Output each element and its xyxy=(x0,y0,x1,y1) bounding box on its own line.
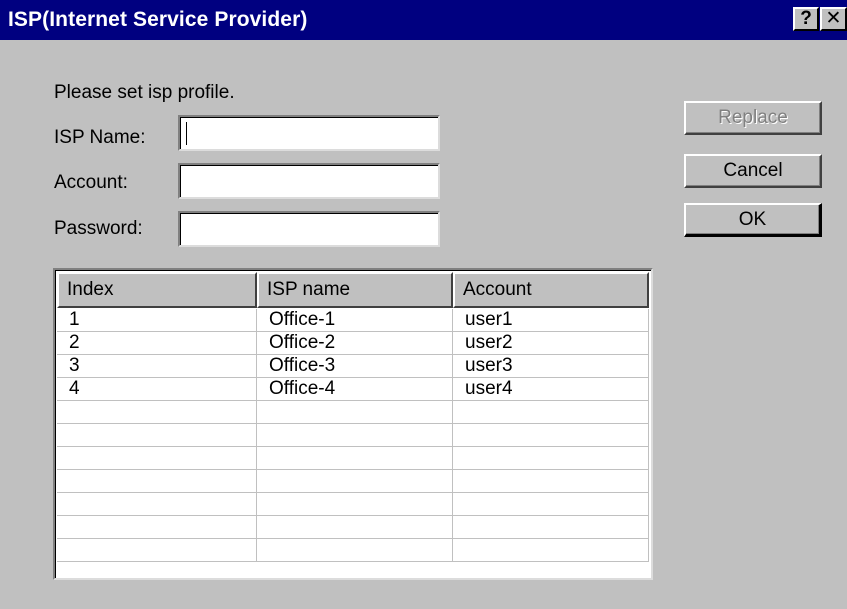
column-header-account[interactable]: Account xyxy=(453,272,649,308)
table-row[interactable]: 2 Office-2 user2 xyxy=(57,332,649,355)
table-row[interactable] xyxy=(57,447,649,470)
isp-dialog: ISP(Internet Service Provider) ? ✕ Pleas… xyxy=(0,0,847,609)
cell-index xyxy=(57,516,257,539)
table-row[interactable] xyxy=(57,424,649,447)
cell-isp-name xyxy=(257,516,453,539)
cell-account xyxy=(453,447,649,470)
replace-button-label: Replace xyxy=(718,107,788,128)
table-row[interactable]: 4 Office-4 user4 xyxy=(57,378,649,401)
list-header: Index ISP name Account xyxy=(57,272,649,308)
ok-button-label: OK xyxy=(738,209,767,230)
help-icon: ? xyxy=(800,8,812,29)
cell-index: 1 xyxy=(57,309,257,332)
title-bar[interactable]: ISP(Internet Service Provider) ? ✕ xyxy=(0,0,847,40)
cell-index xyxy=(57,401,257,424)
cell-account xyxy=(453,470,649,493)
help-button[interactable]: ? xyxy=(793,7,819,31)
table-row[interactable] xyxy=(57,516,649,539)
cell-account xyxy=(453,401,649,424)
cell-index xyxy=(57,424,257,447)
password-label: Password: xyxy=(54,218,143,239)
cell-account: user1 xyxy=(453,309,649,332)
cell-index: 3 xyxy=(57,355,257,378)
cell-index xyxy=(57,493,257,516)
cell-account xyxy=(453,424,649,447)
isp-name-label: ISP Name: xyxy=(54,127,146,148)
password-input[interactable] xyxy=(178,211,440,247)
table-row[interactable] xyxy=(57,539,649,562)
cell-index: 4 xyxy=(57,378,257,401)
text-caret xyxy=(186,122,187,145)
cell-account xyxy=(453,539,649,562)
column-header-index[interactable]: Index xyxy=(57,272,257,308)
cell-isp-name xyxy=(257,539,453,562)
table-row[interactable] xyxy=(57,493,649,516)
replace-button[interactable]: Replace xyxy=(684,101,822,135)
cell-account: user2 xyxy=(453,332,649,355)
cell-isp-name: Office-1 xyxy=(257,309,453,332)
cancel-button-label: Cancel xyxy=(723,160,783,181)
cancel-button[interactable]: Cancel xyxy=(684,154,822,188)
cell-isp-name: Office-2 xyxy=(257,332,453,355)
isp-list[interactable]: Index ISP name Account 1 Office-1 user1 2 Of… xyxy=(53,268,653,580)
cell-isp-name xyxy=(257,493,453,516)
cell-isp-name: Office-3 xyxy=(257,355,453,378)
window-title: ISP(Internet Service Provider) xyxy=(8,8,308,31)
instruction-text: Please set isp profile. xyxy=(54,82,235,103)
isp-name-input[interactable] xyxy=(178,115,440,151)
cell-account xyxy=(453,516,649,539)
cell-isp-name xyxy=(257,447,453,470)
cell-index: 2 xyxy=(57,332,257,355)
close-button[interactable]: ✕ xyxy=(820,7,847,31)
cell-index xyxy=(57,470,257,493)
cell-index xyxy=(57,447,257,470)
table-row[interactable]: 3 Office-3 user3 xyxy=(57,355,649,378)
cell-index xyxy=(57,539,257,562)
column-header-isp-name[interactable]: ISP name xyxy=(257,272,453,308)
cell-isp-name: Office-4 xyxy=(257,378,453,401)
cell-isp-name xyxy=(257,401,453,424)
cell-account xyxy=(453,493,649,516)
close-icon: ✕ xyxy=(825,8,842,29)
list-body: 1 Office-1 user1 2 Office-2 user2 3 Office-3 use… xyxy=(57,309,649,562)
cell-isp-name xyxy=(257,470,453,493)
account-input[interactable] xyxy=(178,163,440,199)
cell-account: user4 xyxy=(453,378,649,401)
account-label: Account: xyxy=(54,172,128,193)
ok-button[interactable]: OK xyxy=(684,203,822,237)
cell-isp-name xyxy=(257,424,453,447)
table-row[interactable]: 1 Office-1 user1 xyxy=(57,309,649,332)
cell-account: user3 xyxy=(453,355,649,378)
table-row[interactable] xyxy=(57,470,649,493)
table-row[interactable] xyxy=(57,401,649,424)
